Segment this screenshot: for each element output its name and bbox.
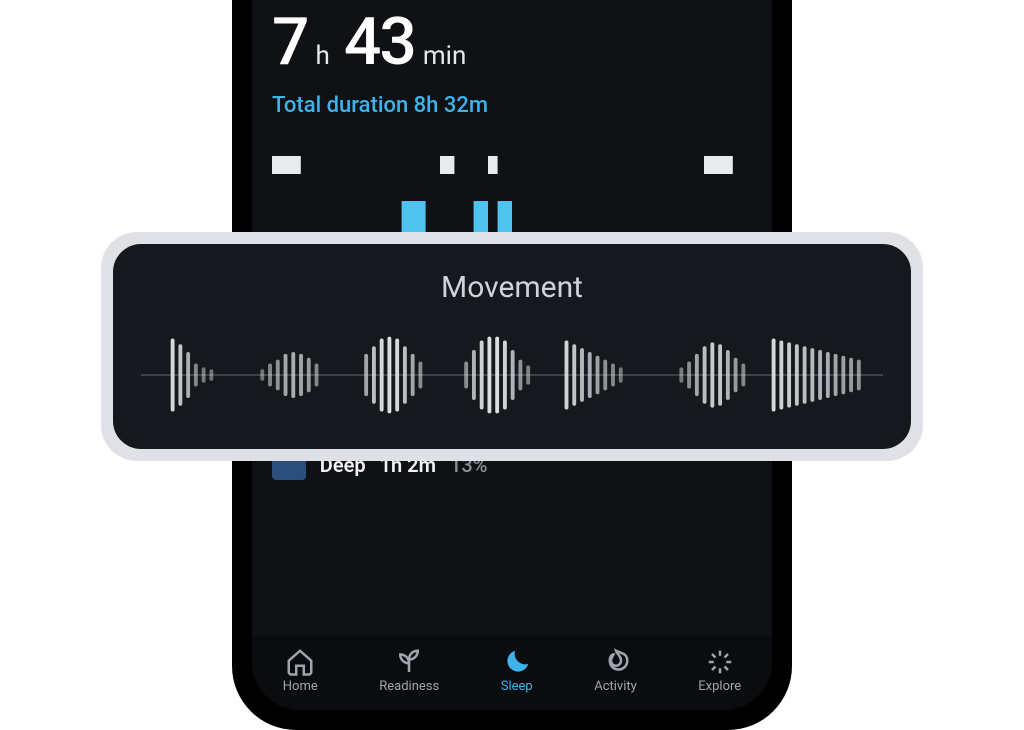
nav-activity[interactable]: Activity	[594, 647, 637, 694]
nav-activity-label: Activity	[594, 679, 637, 694]
sleep-hours-unit: h	[316, 41, 330, 71]
nav-home[interactable]: Home	[283, 647, 318, 694]
home-icon	[285, 647, 315, 677]
sparkle-icon	[705, 647, 735, 677]
nav-sleep-label: Sleep	[501, 679, 533, 694]
moon-icon	[502, 647, 532, 677]
sleep-minutes-unit: min	[423, 41, 466, 71]
nav-explore[interactable]: Explore	[698, 647, 741, 694]
movement-card-inner: Movement	[113, 244, 911, 449]
sleep-total: 7 h 43 min	[272, 0, 752, 81]
movement-chart	[141, 335, 883, 415]
sleep-total-duration: Total duration 8h 32m	[272, 93, 752, 118]
nav-home-label: Home	[283, 679, 318, 694]
nav-readiness[interactable]: Readiness	[379, 647, 439, 694]
sleep-hours-value: 7	[272, 4, 308, 81]
movement-title: Movement	[141, 270, 883, 305]
bottom-nav: Home Readiness Sleep Activity	[252, 636, 772, 710]
nav-readiness-label: Readiness	[379, 679, 439, 694]
movement-card: Movement	[101, 232, 923, 461]
sleep-minutes-value: 43	[344, 4, 415, 81]
flame-icon	[601, 647, 631, 677]
leaf-icon	[394, 647, 424, 677]
nav-sleep[interactable]: Sleep	[501, 647, 533, 694]
nav-explore-label: Explore	[698, 679, 741, 694]
